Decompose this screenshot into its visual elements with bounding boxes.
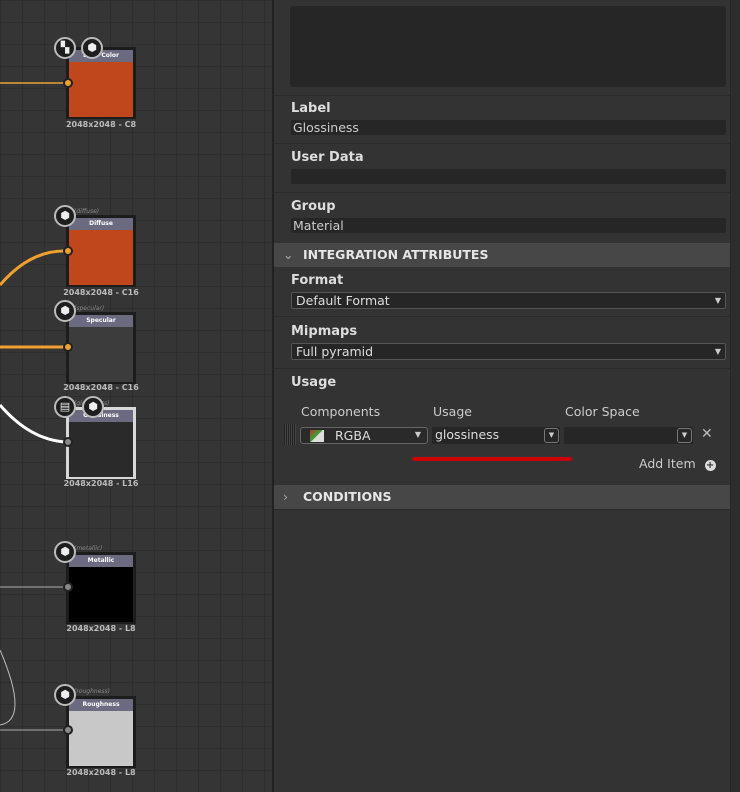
- dropdown-arrow-icon: ▼: [714, 296, 721, 305]
- output-port[interactable]: [63, 437, 73, 447]
- output-port[interactable]: [63, 78, 73, 88]
- section-title: INTEGRATION ATTRIBUTES: [303, 247, 489, 262]
- integration-attributes-section[interactable]: ⌄ INTEGRATION ATTRIBUTES: [274, 243, 730, 267]
- node-title: Metallic: [69, 555, 133, 567]
- label-input[interactable]: Glossiness: [291, 120, 726, 135]
- node-resolution: 2048x2048 - L8: [66, 624, 136, 633]
- usage-value: glossiness: [435, 427, 500, 442]
- document-icon[interactable]: ▤: [54, 396, 76, 418]
- node-roughness[interactable]: Roughness: [66, 696, 136, 768]
- chevron-down-icon: ⌄: [283, 247, 294, 262]
- output-port[interactable]: [63, 342, 73, 352]
- user-data-heading: User Data: [291, 150, 364, 165]
- add-item-button[interactable]: Add Item +: [639, 456, 716, 471]
- output-port[interactable]: [63, 725, 73, 735]
- label-heading: Label: [291, 101, 331, 116]
- properties-panel: Label Glossiness User Data Group Materia…: [274, 0, 730, 792]
- node-identifier: (diffuse): [74, 208, 100, 215]
- drag-handle[interactable]: [284, 424, 296, 445]
- description-textarea[interactable]: [290, 6, 726, 87]
- mipmaps-value: Full pyramid: [296, 344, 374, 359]
- output-port[interactable]: [63, 582, 73, 592]
- colorspace-combobox[interactable]: ▼: [564, 427, 693, 444]
- node-glossiness[interactable]: Glossiness: [66, 407, 136, 479]
- connections: [0, 82, 67, 731]
- node-preview: [69, 62, 133, 117]
- scrollbar[interactable]: [730, 0, 740, 792]
- dropdown-button[interactable]: ▼: [544, 428, 559, 443]
- dropdown-arrow-icon: ▼: [714, 347, 721, 356]
- conditions-section[interactable]: › CONDITIONS: [274, 485, 730, 509]
- colorspace-column-header: Color Space: [565, 404, 640, 419]
- node-identifier: (metallic): [74, 545, 103, 552]
- cube-icon[interactable]: ⬢: [54, 684, 76, 706]
- node-resolution: 2048x2048 - C16: [63, 288, 139, 297]
- group-input[interactable]: Material: [291, 218, 726, 233]
- mipmaps-heading: Mipmaps: [291, 324, 358, 339]
- cube-icon[interactable]: ⬢: [82, 396, 104, 418]
- node-preview: [69, 711, 133, 766]
- node-preview: [69, 230, 133, 285]
- node-title: Roughness: [69, 699, 133, 711]
- node-resolution: 2048x2048 - C16: [63, 383, 139, 392]
- node-title: Specular: [69, 315, 133, 327]
- group-heading: Group: [291, 199, 336, 214]
- dropdown-arrow-icon: ▼: [414, 430, 421, 439]
- node-title: Diffuse: [69, 218, 133, 230]
- usage-combobox[interactable]: glossiness ▼: [432, 427, 560, 444]
- output-port[interactable]: [63, 246, 73, 256]
- node-preview: [69, 327, 133, 382]
- usage-heading: Usage: [291, 375, 337, 390]
- add-item-label: Add Item: [639, 456, 696, 471]
- remove-item-icon[interactable]: ✕: [701, 426, 713, 442]
- cube-icon[interactable]: ⬢: [54, 205, 76, 227]
- node-base-color[interactable]: Base Color: [66, 47, 136, 119]
- node-resolution: 2048x2048 - L16: [63, 479, 139, 488]
- node-resolution: 2048x2048 - L8: [66, 768, 136, 777]
- components-select[interactable]: RGBA ▼: [300, 427, 428, 444]
- usage-column-header: Usage: [433, 404, 472, 419]
- node-preview: [69, 567, 133, 622]
- node-identifier: (specular): [74, 305, 105, 312]
- user-data-input[interactable]: [291, 169, 726, 184]
- section-title: CONDITIONS: [303, 489, 392, 504]
- node-specular[interactable]: Specular: [66, 312, 136, 384]
- cube-icon[interactable]: ⬢: [54, 300, 76, 322]
- node-diffuse[interactable]: Diffuse: [66, 215, 136, 287]
- rgba-swatch-icon: [310, 430, 324, 442]
- node-metallic[interactable]: Metallic: [66, 552, 136, 624]
- node-preview: [69, 422, 133, 477]
- format-heading: Format: [291, 273, 344, 288]
- format-select[interactable]: Default Format ▼: [291, 292, 726, 309]
- chevron-right-icon: ›: [283, 489, 288, 504]
- format-value: Default Format: [296, 293, 390, 308]
- components-value: RGBA: [335, 428, 371, 443]
- cube-icon[interactable]: ⬢: [54, 541, 76, 563]
- node-resolution: 2048x2048 - C8: [65, 120, 137, 129]
- node-identifier: (roughness): [74, 688, 110, 695]
- checker-icon[interactable]: ▚: [54, 37, 76, 59]
- node-graph-canvas[interactable]: Base Color 2048x2048 - C8 ▚ ⬢ (diffuse) …: [0, 0, 272, 792]
- components-column-header: Components: [301, 404, 381, 419]
- mipmaps-select[interactable]: Full pyramid ▼: [291, 343, 726, 360]
- plus-circle-icon: +: [704, 460, 716, 471]
- highlight-underline: [412, 457, 572, 461]
- cube-icon[interactable]: ⬢: [81, 37, 103, 59]
- dropdown-button[interactable]: ▼: [677, 428, 692, 443]
